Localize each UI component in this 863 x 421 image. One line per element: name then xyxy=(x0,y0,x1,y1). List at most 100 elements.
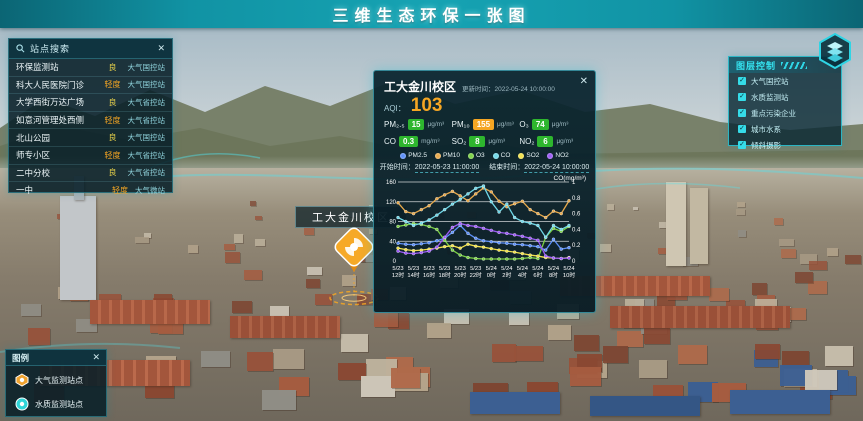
chart-legend-item[interactable]: NO2 xyxy=(547,152,568,159)
station-list-item[interactable]: 师专小区轻度大气省控站 xyxy=(9,146,172,164)
checkbox-checked-icon[interactable]: ✓ xyxy=(738,141,746,149)
station-name: 一中 xyxy=(16,184,105,196)
pollutant-unit: mg/m³ xyxy=(421,138,439,145)
checkbox-checked-icon[interactable]: ✓ xyxy=(738,77,746,85)
svg-text:8时: 8时 xyxy=(549,271,558,279)
svg-text:120: 120 xyxy=(386,200,397,206)
station-list-item[interactable]: 科大人民医院门诊轻度大气国控站 xyxy=(9,76,172,94)
pollutant-cell: CO0.3mg/m³ xyxy=(384,136,452,147)
station-type: 大气省控站 xyxy=(128,167,166,178)
station-aqi-level: 轻度 xyxy=(102,115,124,126)
legend-close-icon[interactable]: ✕ xyxy=(92,353,100,362)
svg-text:5/23: 5/23 xyxy=(439,266,450,272)
pollutant-value-badge: 15 xyxy=(408,119,425,130)
svg-text:5/24: 5/24 xyxy=(486,266,498,272)
station-detail-popup: ✕ 工大金川校区 更新时间：2022-05-24 10:00:00 AQI： 1… xyxy=(373,70,596,313)
popup-header: 工大金川校区 更新时间：2022-05-24 10:00:00 xyxy=(374,71,595,95)
start-time-value[interactable]: 2022-05-23 11:00:00 xyxy=(415,164,479,173)
legend-panel-header: 图例 ✕ xyxy=(6,350,106,366)
pollutant-grid: PM₂.₅15μg/m³PM₁₀155μg/m³O₃74μg/m³CO0.3mg… xyxy=(374,116,595,149)
layer-label: 大气国控站 xyxy=(751,76,789,87)
legend-color-dot xyxy=(493,153,499,159)
pollutant-cell: PM₂.₅15μg/m³ xyxy=(384,119,452,130)
checkbox-checked-icon[interactable]: ✓ xyxy=(738,109,746,117)
pollutant-trend-chart: CO(mg/m³)0408012016000.20.40.60.815/2312… xyxy=(381,173,588,293)
pollutant-name: CO xyxy=(384,137,396,146)
svg-text:16时: 16时 xyxy=(423,271,435,279)
svg-text:12时: 12时 xyxy=(392,271,404,279)
svg-text:20时: 20时 xyxy=(454,271,466,279)
svg-text:5/24: 5/24 xyxy=(563,266,575,272)
chart-legend-item[interactable]: SO2 xyxy=(518,152,539,159)
svg-text:14时: 14时 xyxy=(407,271,419,279)
station-aqi-level: 良 xyxy=(102,97,124,108)
pollutant-value-badge: 155 xyxy=(473,119,494,130)
station-list: 环保监测站良大气国控站科大人民医院门诊轻度大气国控站大学西街万达广场良大气省控站… xyxy=(9,59,172,199)
station-aqi-level: 轻度 xyxy=(102,79,124,90)
chart-legend-item[interactable]: O3 xyxy=(468,152,485,159)
station-aqi-level: 轻度 xyxy=(109,185,131,196)
svg-text:CO(mg/m³): CO(mg/m³) xyxy=(554,175,587,182)
layer-panel-title: 图层控制 xyxy=(736,59,776,72)
legend-series-label: CO xyxy=(501,152,511,159)
legend-color-dot xyxy=(547,153,553,159)
station-type: 大气国控站 xyxy=(128,132,166,143)
svg-text:0.2: 0.2 xyxy=(572,243,581,249)
chart-legend-item[interactable]: CO xyxy=(493,152,511,159)
layer-label: 城市水系 xyxy=(751,124,781,135)
layers-hexagon-icon[interactable] xyxy=(817,33,853,69)
svg-text:22时: 22时 xyxy=(470,271,482,279)
legend-series-label: O3 xyxy=(476,152,485,159)
svg-text:0.6: 0.6 xyxy=(572,212,581,218)
checkbox-checked-icon[interactable]: ✓ xyxy=(738,125,746,133)
svg-text:0.4: 0.4 xyxy=(572,227,581,233)
station-aqi-level: 良 xyxy=(102,62,124,73)
legend-item-label: 水质监测站点 xyxy=(35,399,83,410)
pollutant-unit: μg/m³ xyxy=(497,121,514,128)
svg-text:0: 0 xyxy=(393,259,397,265)
station-list-item[interactable]: 北山公园良大气国控站 xyxy=(9,128,172,146)
decorative-stripes xyxy=(781,62,807,69)
svg-text:2时: 2时 xyxy=(502,271,511,279)
svg-text:5/23: 5/23 xyxy=(455,266,466,272)
page-title: 三维生态环保一张图 xyxy=(332,2,530,26)
station-name: 科大人民医院门诊 xyxy=(16,79,98,91)
station-name: 大学西街万达广场 xyxy=(16,96,98,108)
pollutant-name: NO₂ xyxy=(519,137,534,146)
layer-toggle-item[interactable]: ✓ 大气国控站 xyxy=(729,73,841,89)
svg-text:0时: 0时 xyxy=(487,271,496,279)
popup-close-icon[interactable]: ✕ xyxy=(580,77,588,86)
station-list-item[interactable]: 如意河管理处西侧轻度大气省控站 xyxy=(9,111,172,129)
layer-toggle-item[interactable]: ✓倾斜摄影 xyxy=(729,137,841,153)
checkbox-checked-icon[interactable]: ✓ xyxy=(738,93,746,101)
station-aqi-level: 轻度 xyxy=(102,150,124,161)
svg-text:18时: 18时 xyxy=(439,271,451,279)
legend-color-dot xyxy=(435,153,441,159)
svg-text:160: 160 xyxy=(386,180,397,186)
legend-color-dot xyxy=(400,153,406,159)
pollutant-name: SO₂ xyxy=(452,137,467,146)
station-type: 大气微站 xyxy=(135,185,165,196)
aqi-row: AQI： 103 xyxy=(374,95,595,116)
station-list-item[interactable]: 环保监测站良大气国控站 xyxy=(9,59,172,76)
svg-text:5/23: 5/23 xyxy=(392,266,403,272)
layer-toggle-item[interactable]: ✓水质监测站 xyxy=(729,89,841,105)
legend-item: 水质监测站点 xyxy=(6,390,106,414)
pollutant-cell: PM₁₀155μg/m³ xyxy=(452,119,520,130)
station-list-item[interactable]: 一中轻度大气微站 xyxy=(9,181,172,199)
station-list-item[interactable]: 二中分校良大气省控站 xyxy=(9,164,172,182)
station-name: 环保监测站 xyxy=(16,61,98,73)
layer-toggle-item[interactable]: ✓ 城市水系 xyxy=(729,121,841,137)
close-icon[interactable]: ✕ xyxy=(157,44,165,53)
station-list-item[interactable]: 大学西街万达广场良大气省控站 xyxy=(9,93,172,111)
chart-legend-item[interactable]: PM2.5 xyxy=(400,152,427,159)
svg-text:5/24: 5/24 xyxy=(517,266,529,272)
legend-item-list: 大气监测站点水质监测站点 xyxy=(6,366,106,414)
station-type: 大气国控站 xyxy=(128,79,166,90)
app-stage: 三维生态环保一张图 站点搜索 ✕ 环保监测站良大气国控站科大人民医院门诊轻度大气… xyxy=(0,0,863,421)
pollutant-unit: μg/m³ xyxy=(427,121,444,128)
chart-legend-item[interactable]: PM10 xyxy=(435,152,460,159)
layer-toggle-item[interactable]: ✓重点污染企业 xyxy=(729,105,841,121)
end-time-value[interactable]: 2022-05-24 10:00:00 xyxy=(524,164,589,173)
svg-text:80: 80 xyxy=(389,220,396,226)
